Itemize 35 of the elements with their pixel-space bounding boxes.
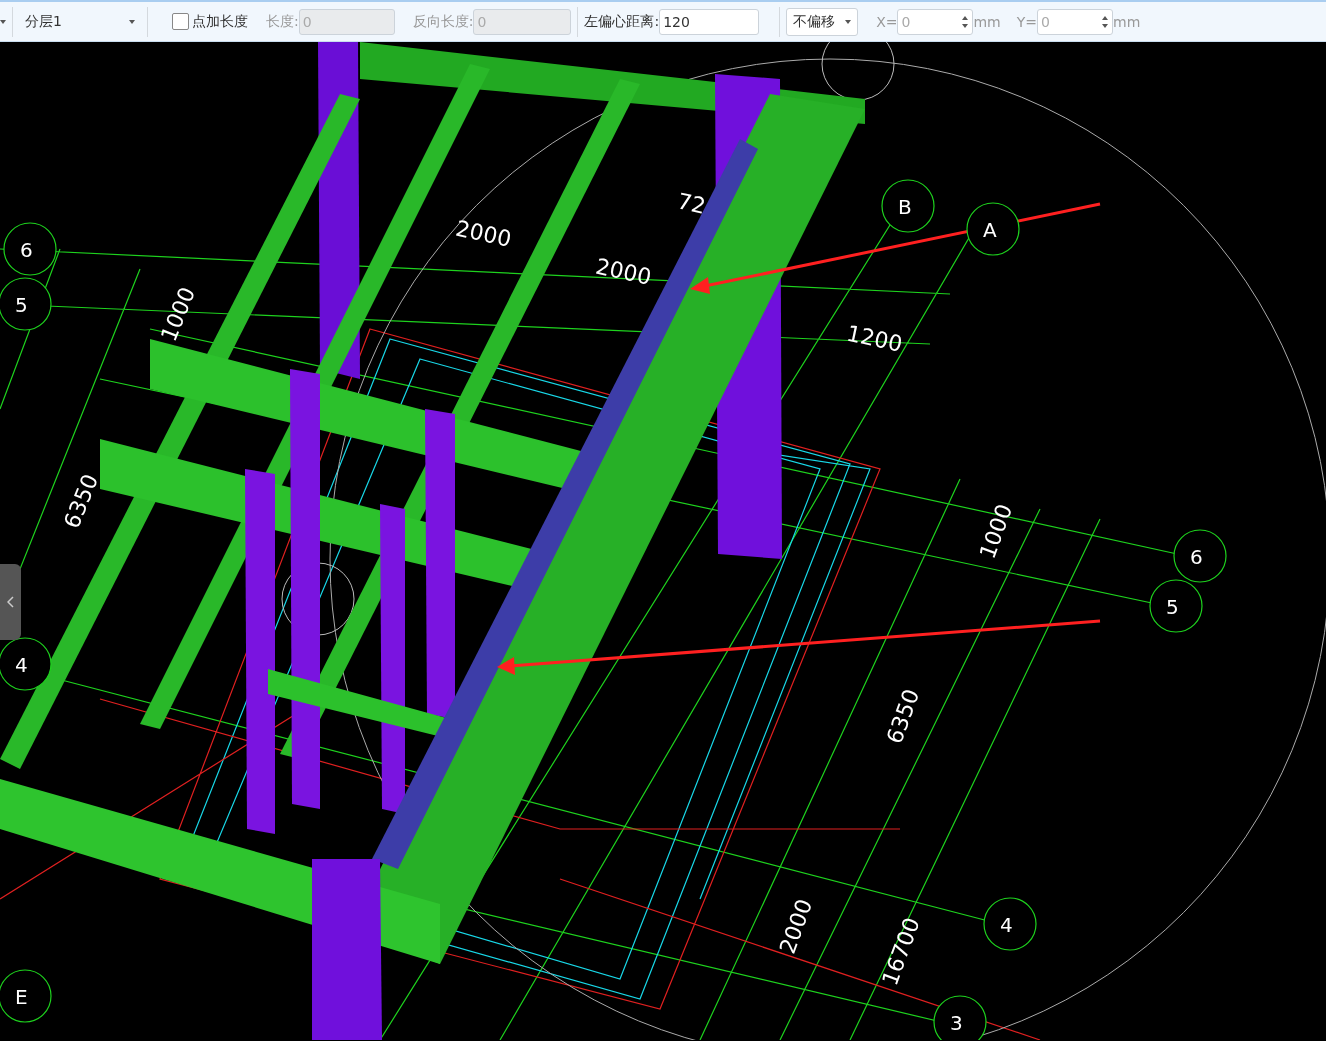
layer-select[interactable]: 分层1 [19,7,141,36]
axis-label-bubble: 5 [1149,579,1203,633]
dimension-text: 1200 [844,320,905,357]
axis-label-bubble: A [966,202,1020,256]
field-label: 反向长度: [412,12,474,31]
unit-label: mm [1113,13,1141,30]
dimension-text: 16700 [877,914,925,989]
coordinate-label: Y= [1016,13,1038,30]
dimension-text: 2000 [453,215,514,252]
axis-label-bubble: 4 [0,637,52,691]
dimension-text: 6350 [881,685,925,747]
axis-label-bubble: 5 [0,277,52,331]
unit-label: mm [973,13,1001,30]
add-length-checkbox[interactable]: 点加长度 [172,12,248,31]
collapse-handle[interactable] [0,564,21,640]
dimension-text: 72 [675,188,708,219]
dimension-text: 1000 [155,283,201,345]
left-offset-input[interactable]: 120 [659,8,760,35]
axis-label-bubble: 3 [933,995,987,1040]
offset-mode-select[interactable]: 不偏移 [786,7,859,36]
dimension-text: 1000 [974,500,1018,562]
axis-label-bubble: B [881,179,935,233]
field-label: 长度: [266,12,299,31]
cad-viewport[interactable]: 6 5 4 E B A 6 5 4 3 2000 2000 72 1200 1000 6350 1000 6350 2000 16700 [0,42,1326,1041]
caret-icon[interactable] [0,19,6,24]
axis-label-bubble: E [0,969,52,1023]
axis-label-bubble: 6 [3,222,57,276]
dimension-text: 2000 [774,895,818,957]
axis-label-bubble: 4 [983,897,1037,951]
chevron-left-icon [6,596,15,608]
dimension-text: 2000 [593,253,654,290]
axis-label-bubble: 6 [1173,529,1227,583]
field-label: 左偏心距离: [584,12,660,31]
coordinate-label: X= [876,13,898,30]
dimension-text: 6350 [58,470,104,532]
